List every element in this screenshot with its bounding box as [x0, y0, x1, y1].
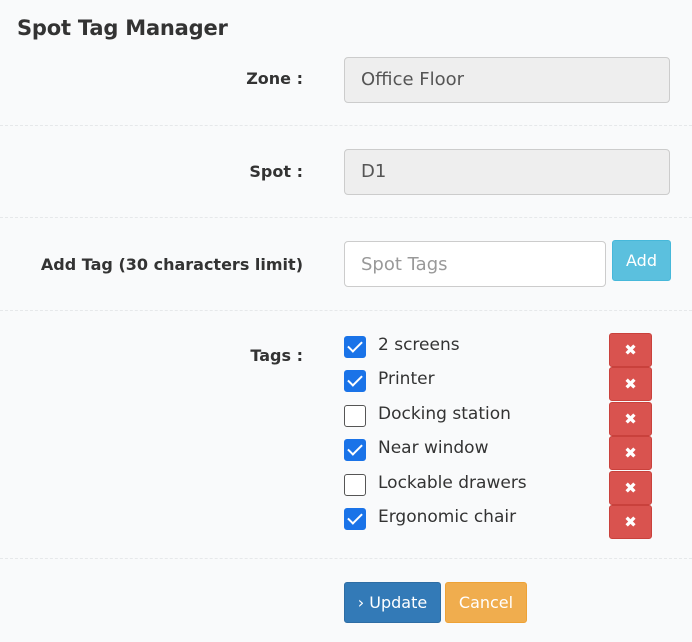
zone-field: Office Floor — [344, 57, 670, 103]
tag-label: Lockable drawers — [378, 472, 527, 493]
tag-checkbox[interactable] — [344, 473, 366, 496]
close-x-icon: ✖ — [624, 409, 637, 428]
delete-tag-button[interactable]: ✖ — [609, 333, 652, 367]
delete-tag-button[interactable]: ✖ — [609, 401, 652, 436]
tag-label: Printer — [378, 369, 435, 390]
update-button-label: Update — [369, 593, 428, 612]
divider — [0, 558, 692, 559]
tag-label: Ergonomic chair — [378, 507, 517, 527]
delete-tag-button[interactable]: ✖ — [609, 367, 652, 402]
tag-row: Docking station ✖ — [344, 401, 654, 436]
tag-checkbox[interactable] — [344, 404, 366, 427]
close-x-icon: ✖ — [624, 341, 637, 359]
tag-checkbox[interactable] — [344, 439, 366, 462]
tag-checkbox[interactable] — [344, 508, 366, 530]
delete-tag-button[interactable]: ✖ — [609, 505, 652, 539]
tag-checkbox[interactable] — [344, 336, 366, 358]
tag-label: Near window — [378, 438, 489, 459]
divider — [0, 310, 692, 311]
add-tag-button[interactable]: Add — [612, 240, 671, 281]
update-button[interactable]: › Update — [344, 582, 441, 623]
close-x-icon: ✖ — [624, 375, 637, 394]
spot-label: Spot : — [249, 162, 303, 181]
divider — [0, 125, 692, 126]
tag-row: 2 screens ✖ — [344, 333, 654, 367]
page-title: Spot Tag Manager — [17, 16, 228, 40]
tag-row: Printer ✖ — [344, 367, 654, 402]
close-x-icon: ✖ — [624, 478, 637, 497]
close-x-icon: ✖ — [624, 444, 637, 463]
spot-field: D1 — [344, 149, 670, 195]
chevron-right-icon: › — [357, 593, 365, 612]
delete-tag-button[interactable]: ✖ — [609, 470, 652, 505]
tag-row: Lockable drawers ✖ — [344, 470, 654, 505]
tag-label: Docking station — [378, 403, 511, 424]
tag-checkbox[interactable] — [344, 370, 366, 393]
close-x-icon: ✖ — [624, 513, 637, 531]
tags-label: Tags : — [250, 346, 303, 365]
zone-label: Zone : — [246, 69, 303, 88]
add-tag-input[interactable] — [344, 241, 606, 287]
cancel-button[interactable]: Cancel — [445, 582, 527, 623]
delete-tag-button[interactable]: ✖ — [609, 436, 652, 471]
tag-row: Ergonomic chair ✖ — [344, 505, 654, 539]
divider — [0, 217, 692, 218]
tag-label: 2 screens — [378, 335, 460, 355]
tag-row: Near window ✖ — [344, 436, 654, 471]
add-tag-label: Add Tag (30 characters limit) — [40, 255, 303, 274]
